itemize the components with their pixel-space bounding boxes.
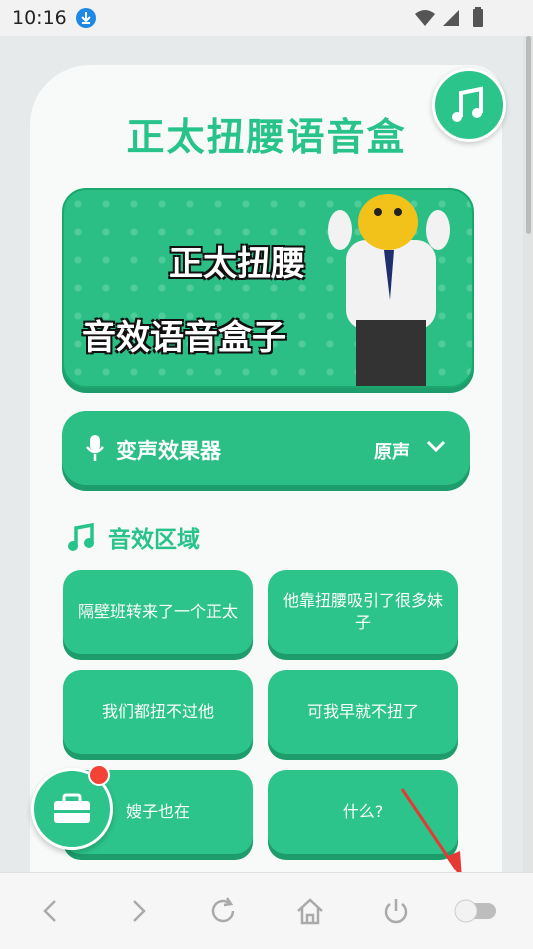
voice-changer-label: 变声效果器 [116,439,221,463]
notification-badge [88,764,110,786]
back-icon[interactable] [35,895,67,927]
wifi-icon [415,10,435,26]
refresh-icon[interactable] [207,895,239,927]
banner-line2: 音效语音盒子 [82,318,286,358]
signal-icon [443,10,459,26]
music-note-icon [68,522,94,551]
status-icons [415,7,483,27]
voice-changer-dropdown[interactable]: 变声效果器 原声 [62,411,470,485]
sound-button[interactable]: 可我早就不扭了 [268,670,458,754]
power-icon[interactable] [380,895,412,927]
mascot-illustration [328,194,450,386]
voice-changer-value: 原声 [374,442,410,463]
sound-button[interactable]: 隔壁班转来了一个正太 [63,570,253,654]
download-icon [76,8,96,28]
status-time: 10:16 [12,7,67,29]
chevron-down-icon [426,440,446,453]
battery-icon [473,9,483,27]
banner-image: 正太扭腰 音效语音盒子 [62,188,474,388]
page-title: 正太扭腰语音盒 [126,115,407,159]
sound-button[interactable]: 我们都扭不过他 [63,670,253,754]
home-icon[interactable] [294,895,326,927]
bottom-nav [0,872,533,949]
status-bar: 10:16 [0,0,533,36]
section-title: 音效区域 [108,527,200,553]
toggle-icon[interactable] [452,895,500,927]
forward-icon[interactable] [122,895,154,927]
banner-line1: 正太扭腰 [169,244,305,284]
annotation-arrow-icon [400,788,462,879]
microphone-icon [86,435,104,461]
sound-button[interactable]: 他靠扭腰吸引了很多妹子 [268,570,458,654]
